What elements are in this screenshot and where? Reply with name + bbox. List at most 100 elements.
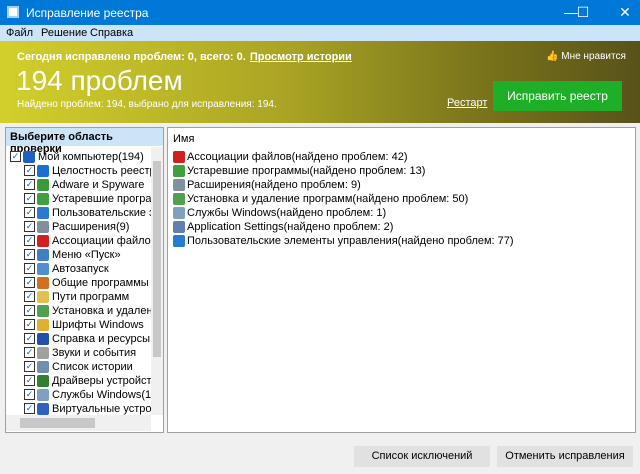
list-item[interactable]: Службы Windows(найдено проблем: 1): [173, 206, 623, 220]
tree-label: Службы Windows(1): [52, 389, 151, 401]
category-icon: [37, 389, 49, 401]
menu-bar: Файл Решение Справка: [0, 25, 640, 41]
checkbox[interactable]: ✓: [24, 193, 35, 204]
tree-label: Драйверы устройств: [52, 375, 151, 387]
tree-item[interactable]: ✓ Службы Windows(1): [24, 388, 151, 402]
checkbox[interactable]: ✓: [24, 333, 35, 344]
item-label: Установка и удаление программ(найдено пр…: [187, 193, 469, 205]
checkbox[interactable]: ✓: [24, 249, 35, 260]
tree-item[interactable]: ✓ Автозапуск: [24, 262, 151, 276]
checkbox[interactable]: ✓: [24, 277, 35, 288]
tree-item[interactable]: ✓ Меню «Пуск»: [24, 248, 151, 262]
category-icon: [173, 193, 185, 205]
like-button[interactable]: 👍 Мне нравится: [546, 51, 626, 62]
category-icon: [37, 375, 49, 387]
tree-item[interactable]: ✓ Устаревшие программы: [24, 192, 151, 206]
list-item[interactable]: Установка и удаление программ(найдено пр…: [173, 192, 623, 206]
category-icon: [173, 235, 185, 247]
computer-icon: [23, 151, 35, 163]
checkbox[interactable]: ✓: [10, 151, 21, 162]
category-icon: [37, 333, 49, 345]
tree-header: Выберите область проверки: [6, 128, 163, 155]
category-icon: [37, 291, 49, 303]
checkbox[interactable]: ✓: [24, 319, 35, 330]
checkbox[interactable]: ✓: [24, 361, 35, 372]
tree-item[interactable]: ✓ Пользовательские элем: [24, 206, 151, 220]
today-status: Сегодня исправлено проблем: 0, всего: 0.…: [17, 51, 352, 63]
checkbox[interactable]: ✓: [24, 179, 35, 190]
tree-item[interactable]: ✓ Справка и ресурсы: [24, 332, 151, 346]
category-icon: [37, 165, 49, 177]
tree-label: Виртуальные устройст: [52, 403, 151, 415]
category-icon: [173, 207, 185, 219]
item-label: Ассоциации файлов(найдено проблем: 42): [187, 151, 408, 163]
tree-label: Мой компьютер(194): [38, 151, 144, 163]
category-icon: [37, 207, 49, 219]
menu-solution[interactable]: Решение: [41, 27, 87, 39]
checkbox[interactable]: ✓: [24, 347, 35, 358]
tree-label: Список истории: [52, 361, 133, 373]
maximize-button[interactable]: ☐: [560, 0, 606, 25]
checkbox[interactable]: ✓: [24, 305, 35, 316]
restart-link[interactable]: Рестарт: [447, 97, 487, 109]
history-link[interactable]: Просмотр истории: [250, 51, 352, 63]
tree-label: Звуки и события: [52, 347, 137, 359]
close-button[interactable]: ✕: [602, 0, 640, 25]
summary-banner: Сегодня исправлено проблем: 0, всего: 0.…: [0, 41, 640, 123]
list-item[interactable]: Application Settings(найдено проблем: 2): [173, 220, 623, 234]
tree-item[interactable]: ✓ Целостность реестра: [24, 164, 151, 178]
tree-root[interactable]: ✓ Мой компьютер(194): [10, 150, 150, 164]
item-label: Расширения(найдено проблем: 9): [187, 179, 361, 191]
menu-file[interactable]: Файл: [6, 27, 33, 39]
tree-item[interactable]: ✓ Пути программ: [24, 290, 151, 304]
tree-vertical-scrollbar[interactable]: [151, 147, 163, 415]
list-item[interactable]: Ассоциации файлов(найдено проблем: 42): [173, 150, 623, 164]
checkbox[interactable]: ✓: [24, 389, 35, 400]
scroll-thumb[interactable]: [20, 418, 95, 428]
column-header-name[interactable]: Имя: [173, 133, 194, 145]
list-item[interactable]: Расширения(найдено проблем: 9): [173, 178, 623, 192]
checkbox[interactable]: ✓: [24, 221, 35, 232]
tree-item[interactable]: ✓ Установка и удаление: [24, 304, 151, 318]
tree-label: Установка и удаление: [52, 305, 151, 317]
tree-item[interactable]: ✓ Драйверы устройств: [24, 374, 151, 388]
tree-item[interactable]: ✓ Общие программы: [24, 276, 151, 290]
scroll-thumb[interactable]: [153, 161, 161, 357]
tree-item[interactable]: ✓ Расширения(9): [24, 220, 151, 234]
problem-count: 194 проблем: [16, 65, 183, 96]
item-label: Устаревшие программы(найдено проблем: 13…: [187, 165, 426, 177]
tree-item[interactable]: ✓ Список истории: [24, 360, 151, 374]
list-item[interactable]: Устаревшие программы(найдено проблем: 13…: [173, 164, 623, 178]
checkbox[interactable]: ✓: [24, 403, 35, 414]
category-icon: [37, 249, 49, 261]
tree-label: Справка и ресурсы: [52, 333, 151, 345]
exclusions-button[interactable]: Список исключений: [354, 446, 490, 467]
tree-label: Adware и Spyware: [52, 179, 145, 191]
tree-item[interactable]: ✓ Adware и Spyware: [24, 178, 151, 192]
checkbox[interactable]: ✓: [24, 165, 35, 176]
item-label: Службы Windows(найдено проблем: 1): [187, 207, 387, 219]
undo-fixes-button[interactable]: Отменить исправления: [497, 446, 633, 467]
scan-area-tree: Выберите область проверки ✓ Мой компьютер…: [5, 127, 164, 433]
fix-registry-button[interactable]: Исправить реестр: [493, 81, 622, 111]
checkbox[interactable]: ✓: [24, 263, 35, 274]
tree-label: Пользовательские элем: [52, 207, 151, 219]
tree-item[interactable]: ✓ Виртуальные устройст: [24, 402, 151, 416]
category-icon: [173, 151, 185, 163]
menu-help[interactable]: Справка: [90, 27, 133, 39]
tree-label: Устаревшие программы: [52, 193, 151, 205]
tree-label: Целостность реестра: [52, 165, 151, 177]
checkbox[interactable]: ✓: [24, 207, 35, 218]
tree-item[interactable]: ✓ Шрифты Windows: [24, 318, 151, 332]
tree-item[interactable]: ✓ Ассоциации файлов(42): [24, 234, 151, 248]
tree-label: Расширения(9): [52, 221, 130, 233]
category-icon: [37, 277, 49, 289]
list-item[interactable]: Пользовательские элементы управления(най…: [173, 234, 623, 248]
tree-horizontal-scrollbar[interactable]: [6, 415, 151, 431]
thumbs-up-icon: 👍: [546, 51, 559, 62]
checkbox[interactable]: ✓: [24, 375, 35, 386]
tree-item[interactable]: ✓ Звуки и события: [24, 346, 151, 360]
checkbox[interactable]: ✓: [24, 291, 35, 302]
found-summary: Найдено проблем: 194, выбрано для исправ…: [17, 99, 277, 110]
checkbox[interactable]: ✓: [24, 235, 35, 246]
